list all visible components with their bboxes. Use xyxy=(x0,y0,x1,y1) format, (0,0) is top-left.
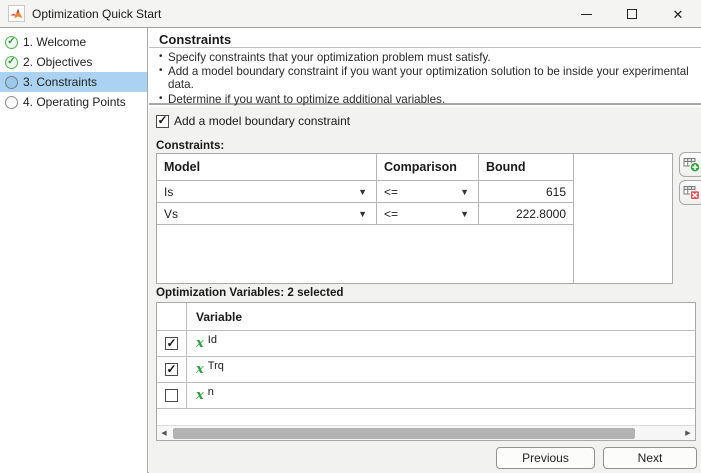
main-content: Constraints • Specify constraints that yo… xyxy=(149,28,701,473)
table-empty-area xyxy=(157,409,695,425)
constraints-panel: ✓ Add a model boundary constraint Constr… xyxy=(149,107,701,473)
step-active-icon xyxy=(5,75,18,89)
add-constraint-button[interactable] xyxy=(679,152,701,177)
model-dropdown[interactable]: Is ▼ xyxy=(157,181,377,203)
steps-sidebar: ✓ 1. Welcome ✓ 2. Objectives 3. Constrai… xyxy=(0,28,148,473)
chevron-down-icon: ▼ xyxy=(358,208,367,219)
close-button[interactable]: ✕ xyxy=(655,0,701,28)
bullet-text: Determine if you want to optimize additi… xyxy=(168,92,446,106)
table-add-icon xyxy=(683,157,701,172)
minimize-button[interactable] xyxy=(563,0,609,28)
table-empty-area xyxy=(157,225,574,283)
bullet-text: Specify constraints that your optimizati… xyxy=(168,51,491,64)
chevron-down-icon: ▼ xyxy=(460,208,469,219)
scroll-right-icon[interactable]: ▶ xyxy=(681,429,695,437)
bullet-icon: • xyxy=(159,51,163,62)
column-header-bound: Bound xyxy=(479,154,574,181)
variable-name: Id xyxy=(207,334,217,346)
column-header-comparison: Comparison xyxy=(377,154,479,181)
model-dropdown[interactable]: Vs ▼ xyxy=(157,203,377,225)
sidebar-item-label: 1. Welcome xyxy=(23,35,87,49)
variable-cell[interactable]: x n xyxy=(187,383,695,408)
constraints-table: Model Comparison Bound Is ▼ <= ▼ 615 Vs … xyxy=(156,153,673,284)
constraint-row: Is ▼ <= ▼ 615 xyxy=(157,181,574,203)
comparison-dropdown[interactable]: <= ▼ xyxy=(377,181,479,203)
chevron-down-icon: ▼ xyxy=(460,186,469,197)
maximize-icon xyxy=(627,9,637,19)
maximize-button[interactable] xyxy=(609,0,655,28)
matlab-logo-icon xyxy=(8,5,25,22)
comparison-value: <= xyxy=(384,206,399,221)
constraints-header-row: Model Comparison Bound xyxy=(157,154,574,181)
scrollbar-track[interactable] xyxy=(171,427,681,439)
bullet-text: Add a model boundary constraint if you w… xyxy=(168,65,689,92)
bullet-icon: • xyxy=(159,65,163,77)
constraints-table-main: Model Comparison Bound Is ▼ <= ▼ 615 Vs … xyxy=(157,154,574,283)
close-icon: ✕ xyxy=(672,6,684,22)
boundary-constraint-checkbox[interactable]: ✓ xyxy=(156,114,169,128)
constraints-table-label: Constraints: xyxy=(156,139,225,152)
bound-cell[interactable]: 222.8000 xyxy=(479,203,574,225)
boundary-constraint-row: ✓ Add a model boundary constraint xyxy=(156,114,350,128)
boundary-constraint-label: Add a model boundary constraint xyxy=(174,114,351,128)
header-block: Constraints • Specify constraints that yo… xyxy=(149,28,701,107)
bound-cell[interactable]: 615 xyxy=(479,181,574,203)
optimization-quick-start-window: Optimization Quick Start ✕ ✓ 1. Welcome … xyxy=(0,0,701,473)
chevron-down-icon: ▼ xyxy=(358,186,367,197)
table-extra-column xyxy=(574,154,672,283)
sidebar-item-welcome[interactable]: ✓ 1. Welcome xyxy=(0,32,147,52)
heading-divider xyxy=(149,47,701,48)
variables-table: Variable ✓ x Id ✓ x Trq x n ◀ ▶ xyxy=(156,302,696,441)
window-controls: ✕ xyxy=(563,0,701,28)
scroll-left-icon[interactable]: ◀ xyxy=(157,429,171,437)
variable-checkbox[interactable]: ✓ xyxy=(165,363,178,376)
variables-header-row: Variable xyxy=(157,303,695,331)
checkbox-column-header xyxy=(157,303,187,330)
next-button[interactable]: Next xyxy=(603,447,697,469)
horizontal-scrollbar[interactable]: ◀ ▶ xyxy=(157,425,695,440)
optimization-variables-label: Optimization Variables: 2 selected xyxy=(156,286,344,299)
column-header-model: Model xyxy=(157,154,377,181)
comparison-dropdown[interactable]: <= ▼ xyxy=(377,203,479,225)
sidebar-item-operating-points[interactable]: 4. Operating Points xyxy=(0,92,147,112)
variable-name: Trq xyxy=(207,360,224,372)
step-complete-icon: ✓ xyxy=(5,35,18,49)
step-pending-icon xyxy=(5,95,18,109)
sidebar-item-label: 4. Operating Points xyxy=(23,95,126,109)
sidebar-item-constraints[interactable]: 3. Constraints xyxy=(0,72,147,92)
sidebar-item-objectives[interactable]: ✓ 2. Objectives xyxy=(0,52,147,72)
variable-x-icon: x xyxy=(196,362,204,377)
variable-checkbox[interactable]: ✓ xyxy=(165,337,178,350)
previous-button[interactable]: Previous xyxy=(496,447,595,469)
model-value: Vs xyxy=(164,206,179,221)
constraint-row: Vs ▼ <= ▼ 222.8000 xyxy=(157,203,574,225)
step-complete-icon: ✓ xyxy=(5,55,18,69)
page-title: Constraints xyxy=(159,32,232,47)
variable-row: x n xyxy=(157,383,695,409)
scrollbar-thumb[interactable] xyxy=(173,427,635,439)
sidebar-item-label: 2. Objectives xyxy=(23,55,93,69)
description-bullets: • Specify constraints that your optimizat… xyxy=(159,51,701,107)
table-delete-icon xyxy=(683,185,700,200)
variable-x-icon: x xyxy=(196,336,204,351)
minimize-icon xyxy=(580,13,592,15)
column-header-variable: Variable xyxy=(196,309,243,324)
variable-x-icon: x xyxy=(196,388,204,403)
variable-row: ✓ x Trq xyxy=(157,357,695,383)
variable-cell[interactable]: x Id xyxy=(187,331,695,356)
comparison-value: <= xyxy=(384,184,399,199)
variable-cell[interactable]: x Trq xyxy=(187,357,695,382)
variable-name: n xyxy=(207,386,214,398)
sidebar-item-label: 3. Constraints xyxy=(23,75,98,89)
variable-row: ✓ x Id xyxy=(157,331,695,357)
window-title: Optimization Quick Start xyxy=(32,6,162,21)
title-bar: Optimization Quick Start ✕ xyxy=(0,0,701,28)
delete-constraint-button[interactable] xyxy=(679,180,701,205)
variable-checkbox[interactable] xyxy=(165,389,178,402)
bullet-icon: • xyxy=(159,92,163,104)
model-value: Is xyxy=(164,184,174,199)
